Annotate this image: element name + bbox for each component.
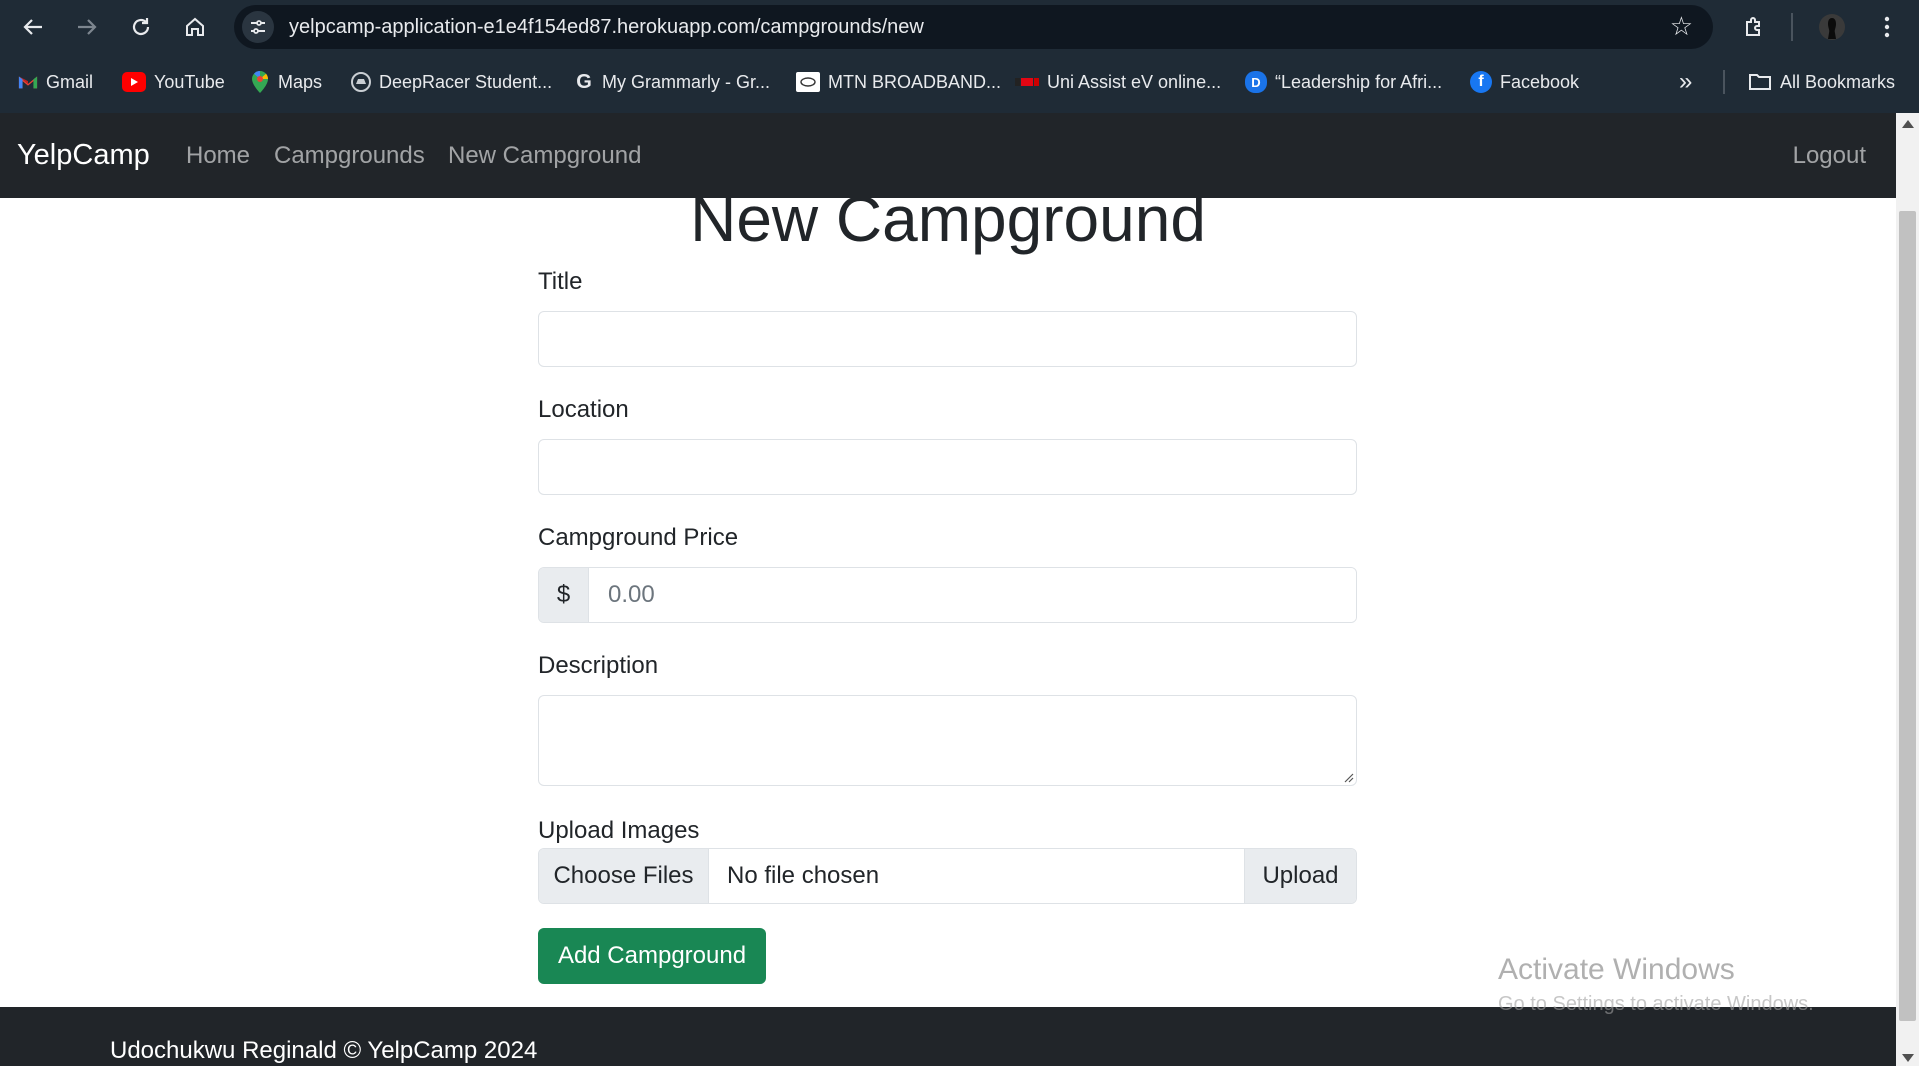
bookmark-label: “Leadership for Afri... bbox=[1275, 71, 1443, 92]
description-label: Description bbox=[538, 652, 659, 679]
facebook-icon: f bbox=[1470, 71, 1492, 93]
upload-addon: Upload bbox=[1244, 849, 1356, 903]
currency-prefix: $ bbox=[539, 568, 589, 622]
bookmark-mtn[interactable]: MTN BROADBAND... bbox=[796, 69, 1001, 95]
address-bar[interactable]: yelpcamp-application-e1e4f154ed87.heroku… bbox=[234, 5, 1713, 49]
gmail-icon bbox=[18, 72, 38, 92]
home-icon bbox=[186, 17, 204, 36]
nav-link-campgrounds[interactable]: Campgrounds bbox=[274, 142, 425, 170]
price-input-group: $ bbox=[538, 567, 1357, 623]
chevron-double-right-icon: » bbox=[1679, 68, 1693, 95]
extensions-button[interactable] bbox=[1737, 10, 1771, 44]
location-input[interactable] bbox=[538, 439, 1357, 495]
grammarly-icon: G bbox=[576, 70, 592, 93]
bookmark-label: My Grammarly - Gr... bbox=[602, 71, 770, 92]
page-content: New Campground Title Location Campground… bbox=[0, 198, 1896, 1007]
all-bookmarks-button[interactable]: All Bookmarks bbox=[1748, 69, 1895, 95]
app-navbar: YelpCamp Home Campgrounds New Campground… bbox=[0, 113, 1896, 198]
toolbar-divider bbox=[1791, 13, 1793, 41]
profile-button[interactable] bbox=[1815, 10, 1849, 44]
url-text[interactable]: yelpcamp-application-e1e4f154ed87.heroku… bbox=[289, 16, 924, 39]
nav-link-new-campground[interactable]: New Campground bbox=[448, 142, 641, 170]
resize-grip-icon[interactable] bbox=[1342, 771, 1354, 783]
bookmark-label: Facebook bbox=[1500, 71, 1580, 92]
bookmark-label: Uni Assist eV online... bbox=[1047, 71, 1222, 92]
back-button[interactable] bbox=[16, 10, 50, 44]
page-scrollbar[interactable] bbox=[1896, 113, 1919, 1066]
title-label: Title bbox=[538, 268, 583, 295]
bookmark-star-icon[interactable]: ☆ bbox=[1670, 12, 1693, 42]
description-textarea[interactable] bbox=[538, 695, 1357, 786]
upload-images-label: Upload Images bbox=[538, 817, 700, 844]
more-bookmarks-button[interactable]: » bbox=[1679, 68, 1693, 95]
bookmark-label: DeepRacer Student... bbox=[379, 71, 553, 92]
bookmark-facebook[interactable]: f Facebook bbox=[1470, 69, 1579, 95]
home-button[interactable] bbox=[178, 10, 212, 44]
bookmark-maps[interactable]: Maps bbox=[250, 69, 322, 95]
menu-button[interactable] bbox=[1870, 10, 1904, 44]
bookmark-label: Maps bbox=[278, 71, 323, 92]
scrollbar-thumb[interactable] bbox=[1899, 211, 1916, 1021]
activate-windows-subtitle: Go to Settings to activate Windows. bbox=[1498, 993, 1814, 1015]
reload-icon bbox=[132, 18, 150, 36]
folder-icon bbox=[1749, 74, 1771, 90]
site-info-button[interactable] bbox=[242, 11, 274, 43]
all-bookmarks-label: All Bookmarks bbox=[1780, 71, 1896, 92]
bookmark-youtube[interactable]: YouTube bbox=[122, 69, 225, 95]
logout-link[interactable]: Logout bbox=[1793, 142, 1866, 170]
browser-chrome: yelpcamp-application-e1e4f154ed87.heroku… bbox=[0, 0, 1919, 113]
maps-icon bbox=[250, 71, 270, 93]
bookmark-grammarly[interactable]: G My Grammarly - Gr... bbox=[574, 69, 770, 95]
bookmark-label: YouTube bbox=[154, 71, 225, 92]
nav-link-home[interactable]: Home bbox=[186, 142, 250, 170]
scroll-up-arrow-icon[interactable] bbox=[1902, 120, 1914, 128]
price-input[interactable] bbox=[589, 568, 1356, 622]
activate-windows-title: Activate Windows bbox=[1498, 953, 1735, 986]
bookmark-label: Gmail bbox=[46, 71, 94, 92]
page-title: New Campground bbox=[690, 198, 1206, 255]
bookmark-label: MTN BROADBAND... bbox=[828, 71, 1002, 92]
profile-avatar-icon bbox=[1819, 14, 1845, 40]
reload-button[interactable] bbox=[124, 10, 158, 44]
file-name-display: No file chosen bbox=[727, 862, 880, 889]
file-upload-group: Choose Files No file chosen Upload bbox=[538, 848, 1357, 904]
tune-icon bbox=[251, 20, 265, 34]
bookmark-gmail[interactable]: Gmail bbox=[18, 69, 93, 95]
bookmark-deepracer[interactable]: DeepRacer Student... bbox=[351, 69, 552, 95]
deepracer-icon bbox=[351, 72, 371, 92]
location-label: Location bbox=[538, 396, 629, 423]
forward-button[interactable] bbox=[70, 10, 104, 44]
puzzle-icon bbox=[1746, 17, 1760, 36]
bookmarks-bar: Gmail YouTube Maps DeepRacer Student... … bbox=[0, 62, 1919, 102]
scroll-down-arrow-icon[interactable] bbox=[1902, 1054, 1914, 1062]
kebab-menu-icon bbox=[1884, 16, 1890, 38]
bookmarks-divider bbox=[1723, 70, 1725, 94]
bookmark-leadership[interactable]: D “Leadership for Afri... bbox=[1245, 69, 1442, 95]
d-letter-icon: D bbox=[1245, 71, 1267, 93]
mtn-icon bbox=[796, 72, 820, 92]
footer-text: Udochukwu Reginald © YelpCamp 2024 bbox=[110, 1037, 538, 1064]
price-label: Campground Price bbox=[538, 524, 739, 551]
uni-assist-icon bbox=[1015, 72, 1039, 92]
forward-arrow-icon bbox=[78, 19, 97, 35]
add-campground-button[interactable]: Add Campground bbox=[538, 928, 766, 984]
bookmark-uni-assist[interactable]: Uni Assist eV online... bbox=[1015, 69, 1221, 95]
back-arrow-icon bbox=[23, 19, 42, 35]
brand-link[interactable]: YelpCamp bbox=[17, 139, 150, 172]
title-input[interactable] bbox=[538, 311, 1357, 367]
youtube-icon bbox=[122, 72, 146, 92]
browser-toolbar: yelpcamp-application-e1e4f154ed87.heroku… bbox=[0, 0, 1919, 54]
choose-files-button[interactable]: Choose Files bbox=[539, 849, 709, 903]
